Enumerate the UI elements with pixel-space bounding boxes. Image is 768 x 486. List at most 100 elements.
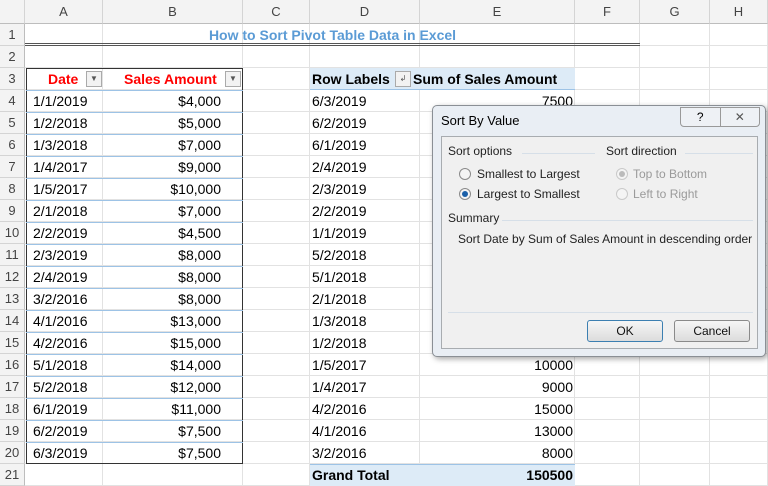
row-header-18[interactable]: 18 <box>0 398 25 420</box>
radio-largest-to-smallest[interactable] <box>459 188 471 200</box>
pivot-row-label[interactable]: 5/1/2018 <box>312 266 367 288</box>
pivot-value[interactable]: 10000 <box>420 354 573 376</box>
column-header-C[interactable]: C <box>243 0 310 24</box>
row-header-2[interactable]: 2 <box>0 46 25 68</box>
pivot-value[interactable]: 9000 <box>420 376 573 398</box>
pivot-row-label[interactable]: 1/2/2018 <box>312 332 367 354</box>
pivot-row-label[interactable]: 6/1/2019 <box>312 134 367 156</box>
row-header-15[interactable]: 15 <box>0 332 25 354</box>
sales-amount-cell[interactable]: $7,500 <box>103 442 221 464</box>
row-header-5[interactable]: 5 <box>0 112 25 134</box>
radio-left-to-right[interactable] <box>616 188 628 200</box>
date-cell[interactable]: 1/3/2018 <box>33 134 88 156</box>
pivot-row-label[interactable]: 1/3/2018 <box>312 310 367 332</box>
pivot-sort-button[interactable]: ↲ <box>395 71 411 87</box>
pivot-value[interactable]: 8000 <box>420 442 573 464</box>
date-cell[interactable]: 2/2/2019 <box>33 222 88 244</box>
column-header-B[interactable]: B <box>103 0 243 24</box>
pivot-row-label[interactable]: 3/2/2016 <box>312 442 367 464</box>
option-left-to-right[interactable]: Left to Right <box>633 187 698 201</box>
pivot-row-label[interactable]: 6/2/2019 <box>312 112 367 134</box>
sales-amount-cell[interactable]: $15,000 <box>103 332 221 354</box>
date-cell[interactable]: 1/5/2017 <box>33 178 88 200</box>
sales-amount-cell[interactable]: $12,000 <box>103 376 221 398</box>
row-header-19[interactable]: 19 <box>0 420 25 442</box>
column-header-A[interactable]: A <box>25 0 103 24</box>
radio-smallest-to-largest[interactable] <box>459 168 471 180</box>
pivot-row-label[interactable]: 2/1/2018 <box>312 288 367 310</box>
pivot-row-label[interactable]: 1/5/2017 <box>312 354 367 376</box>
pivot-row-label[interactable]: 1/1/2019 <box>312 222 367 244</box>
filter-dropdown-date[interactable]: ▼ <box>86 71 102 87</box>
pivot-row-label[interactable]: 2/3/2019 <box>312 178 367 200</box>
date-cell[interactable]: 2/1/2018 <box>33 200 88 222</box>
row-header-8[interactable]: 8 <box>0 178 25 200</box>
sales-amount-cell[interactable]: $4,000 <box>103 90 221 112</box>
row-header-4[interactable]: 4 <box>0 90 25 112</box>
pivot-value[interactable]: 15000 <box>420 398 573 420</box>
pivot-row-label[interactable]: 4/2/2016 <box>312 398 367 420</box>
column-header-E[interactable]: E <box>420 0 575 24</box>
date-cell[interactable]: 1/2/2018 <box>33 112 88 134</box>
date-cell[interactable]: 3/2/2016 <box>33 288 88 310</box>
row-header-11[interactable]: 11 <box>0 244 25 266</box>
pivot-row-label[interactable]: 6/3/2019 <box>312 90 367 112</box>
date-cell[interactable]: 6/2/2019 <box>33 420 88 442</box>
date-cell[interactable]: 1/1/2019 <box>33 90 88 112</box>
row-header-14[interactable]: 14 <box>0 310 25 332</box>
date-cell[interactable]: 4/2/2016 <box>33 332 88 354</box>
filter-dropdown-sales[interactable]: ▼ <box>225 71 241 87</box>
date-cell[interactable]: 1/4/2017 <box>33 156 88 178</box>
column-header-G[interactable]: G <box>640 0 710 24</box>
row-header-6[interactable]: 6 <box>0 134 25 156</box>
sales-amount-cell[interactable]: $8,000 <box>103 244 221 266</box>
option-largest-to-smallest[interactable]: Largest to Smallest <box>477 187 580 201</box>
row-header-9[interactable]: 9 <box>0 200 25 222</box>
date-cell[interactable]: 2/3/2019 <box>33 244 88 266</box>
sales-amount-cell[interactable]: $7,000 <box>103 200 221 222</box>
row-header-12[interactable]: 12 <box>0 266 25 288</box>
cancel-button[interactable]: Cancel <box>674 320 750 342</box>
pivot-row-label[interactable]: 4/1/2016 <box>312 420 367 442</box>
sales-amount-cell[interactable]: $14,000 <box>103 354 221 376</box>
date-cell[interactable]: 6/3/2019 <box>33 442 88 464</box>
date-cell[interactable]: 4/1/2016 <box>33 310 88 332</box>
date-cell[interactable]: 5/2/2018 <box>33 376 88 398</box>
sales-amount-cell[interactable]: $8,000 <box>103 266 221 288</box>
sales-amount-cell[interactable]: $11,000 <box>103 398 221 420</box>
column-header-H[interactable]: H <box>710 0 768 24</box>
pivot-value[interactable]: 13000 <box>420 420 573 442</box>
radio-top-to-bottom[interactable] <box>616 168 628 180</box>
row-header-7[interactable]: 7 <box>0 156 25 178</box>
column-header-D[interactable]: D <box>310 0 420 24</box>
row-header-16[interactable]: 16 <box>0 354 25 376</box>
row-header-20[interactable]: 20 <box>0 442 25 464</box>
option-smallest-to-largest[interactable]: Smallest to Largest <box>477 167 580 181</box>
column-header-F[interactable]: F <box>575 0 640 24</box>
pivot-row-label[interactable]: 2/4/2019 <box>312 156 367 178</box>
date-cell[interactable]: 5/1/2018 <box>33 354 88 376</box>
close-button[interactable]: ✕ <box>721 108 760 126</box>
sales-amount-cell[interactable]: $9,000 <box>103 156 221 178</box>
row-header-3[interactable]: 3 <box>0 68 25 90</box>
pivot-row-label[interactable]: 5/2/2018 <box>312 244 367 266</box>
option-top-to-bottom[interactable]: Top to Bottom <box>633 167 707 181</box>
pivot-row-label[interactable]: 2/2/2019 <box>312 200 367 222</box>
sales-amount-cell[interactable]: $4,500 <box>103 222 221 244</box>
select-all-corner[interactable] <box>0 0 25 24</box>
row-header-21[interactable]: 21 <box>0 464 25 486</box>
date-cell[interactable]: 6/1/2019 <box>33 398 88 420</box>
sales-amount-cell[interactable]: $10,000 <box>103 178 221 200</box>
sales-amount-cell[interactable]: $7,500 <box>103 420 221 442</box>
row-header-1[interactable]: 1 <box>0 24 25 46</box>
sales-amount-cell[interactable]: $5,000 <box>103 112 221 134</box>
help-button[interactable]: ? <box>681 108 721 126</box>
row-header-10[interactable]: 10 <box>0 222 25 244</box>
sales-amount-cell[interactable]: $7,000 <box>103 134 221 156</box>
row-header-13[interactable]: 13 <box>0 288 25 310</box>
date-cell[interactable]: 2/4/2019 <box>33 266 88 288</box>
sales-amount-cell[interactable]: $13,000 <box>103 310 221 332</box>
pivot-row-label[interactable]: 1/4/2017 <box>312 376 367 398</box>
row-header-17[interactable]: 17 <box>0 376 25 398</box>
sales-amount-cell[interactable]: $8,000 <box>103 288 221 310</box>
